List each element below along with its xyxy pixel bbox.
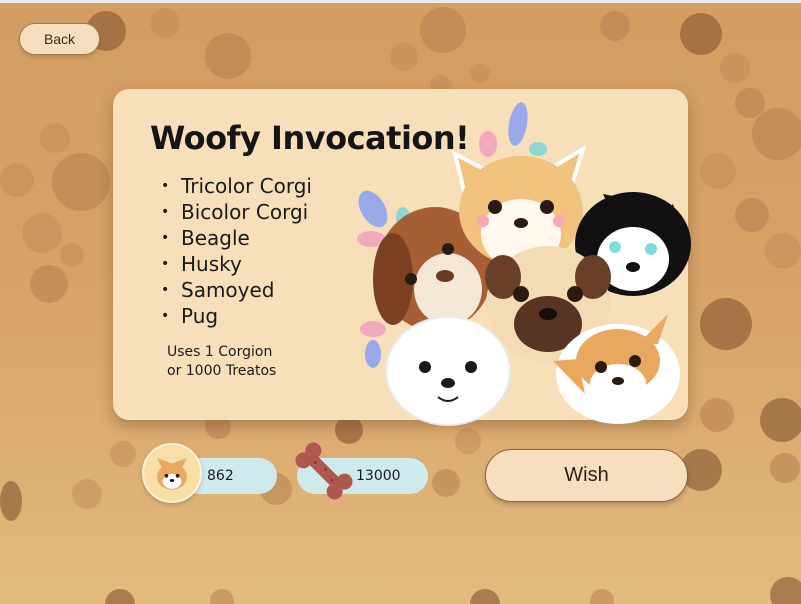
list-item: • Tricolor Corgi	[161, 174, 312, 198]
breed-list: • Tricolor Corgi • Bicolor Corgi • Beagle •…	[161, 173, 312, 329]
gacha-screen: Back Woofy Invocation! • Tricolor Corgi •…	[0, 0, 801, 604]
wish-button[interactable]: Wish	[485, 449, 688, 502]
corgion-count: 862	[207, 468, 234, 484]
back-button[interactable]: Back	[19, 23, 100, 55]
list-item: • Beagle	[161, 226, 250, 250]
treato-count: 13000	[356, 468, 401, 484]
list-item: • Bicolor Corgi	[161, 200, 309, 224]
bone-treat-icon	[295, 442, 353, 500]
list-item: • Pug	[161, 304, 219, 328]
cost-text: Uses 1 Corgion or 1000 Treatos	[167, 344, 277, 379]
dog-group-illustration	[357, 102, 691, 426]
corgion-coin-icon	[142, 443, 202, 503]
samoyed-illustration	[385, 316, 511, 426]
list-item: • Samoyed	[161, 278, 275, 302]
banner-card: Woofy Invocation! • Tricolor Corgi • Bicol…	[113, 89, 691, 426]
list-item: • Husky	[161, 252, 242, 276]
